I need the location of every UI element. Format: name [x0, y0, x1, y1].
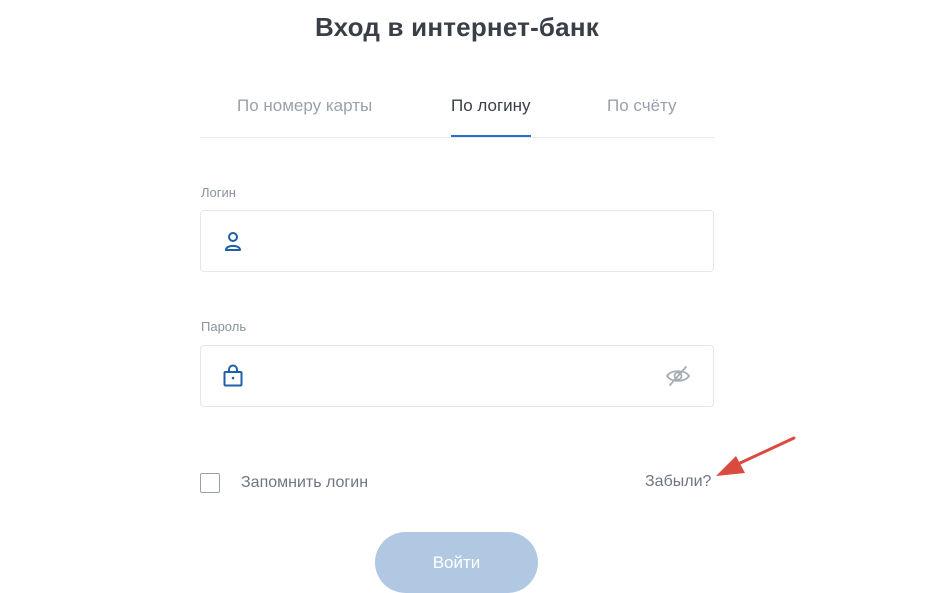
- login-label: Логин: [201, 185, 236, 200]
- login-method-tabs: По номеру карты По логину По счёту: [200, 80, 714, 138]
- annotation-arrow-icon: [716, 436, 796, 476]
- tab-login[interactable]: По логину: [451, 96, 531, 137]
- user-icon: [221, 229, 245, 253]
- password-label: Пароль: [201, 319, 247, 334]
- remember-checkbox[interactable]: [200, 473, 220, 493]
- login-field: [200, 210, 714, 273]
- password-field: [200, 345, 714, 408]
- login-input[interactable]: [259, 211, 663, 273]
- tab-account[interactable]: По счёту: [607, 96, 677, 136]
- lock-icon: [221, 364, 245, 388]
- password-input[interactable]: [259, 346, 663, 408]
- forgot-link[interactable]: Забыли?: [645, 473, 711, 491]
- submit-button[interactable]: Войти: [375, 532, 538, 593]
- eye-hidden-icon[interactable]: [665, 364, 691, 388]
- tab-card-number[interactable]: По номеру карты: [237, 96, 372, 136]
- remember-label: Запомнить логин: [241, 474, 369, 491]
- page-title: Вход в интернет-банк: [315, 12, 599, 42]
